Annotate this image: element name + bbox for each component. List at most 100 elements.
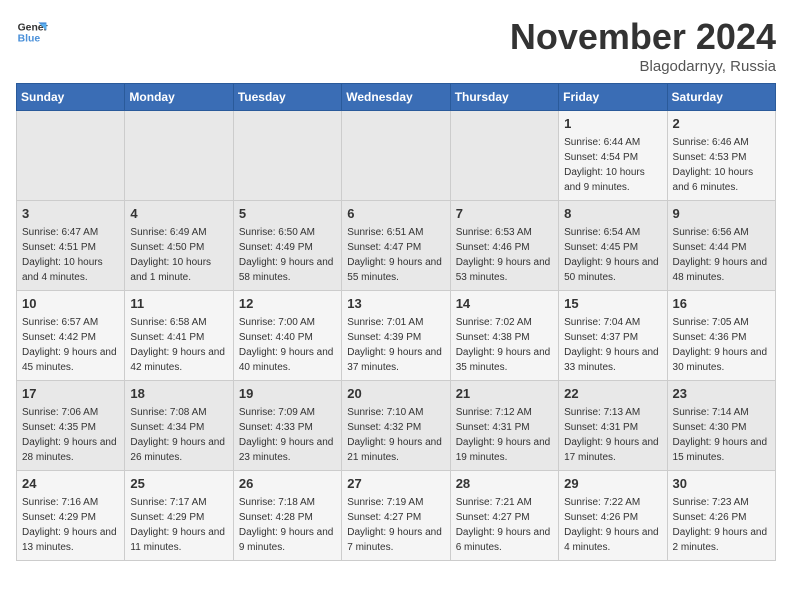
calendar-cell: 15 Sunrise: 7:04 AM Sunset: 4:37 PM Dayli… (559, 291, 667, 381)
calendar-cell: 23 Sunrise: 7:14 AM Sunset: 4:30 PM Dayli… (667, 381, 775, 471)
day-number: 10 (22, 295, 119, 313)
day-info: Sunrise: 7:18 AM Sunset: 4:28 PM Dayligh… (239, 497, 334, 553)
calendar-cell (125, 111, 233, 201)
day-number: 13 (347, 295, 444, 313)
calendar-cell (342, 111, 450, 201)
calendar-cell: 11Sunrise: 6:58 AM Sunset: 4:41 PM Dayli… (125, 291, 233, 381)
day-info: Sunrise: 7:22 AM Sunset: 4:26 PM Dayligh… (564, 497, 659, 553)
calendar-cell: 12Sunrise: 7:00 AM Sunset: 4:40 PM Dayli… (233, 291, 341, 381)
day-number: 5 (239, 205, 336, 223)
calendar-cell: 18 Sunrise: 7:08 AM Sunset: 4:34 PM Dayli… (125, 381, 233, 471)
day-info: Sunrise: 7:16 AM Sunset: 4:29 PM Dayligh… (22, 497, 117, 553)
day-number: 30 (673, 475, 770, 493)
day-number: 7 (456, 205, 553, 223)
day-number: 8 (564, 205, 661, 223)
calendar-cell: 6 Sunrise: 6:51 AM Sunset: 4:47 PM Daylig… (342, 201, 450, 291)
calendar-cell: 16 Sunrise: 7:05 AM Sunset: 4:36 PM Dayli… (667, 291, 775, 381)
day-info: Sunrise: 6:46 AM Sunset: 4:53 PM Dayligh… (673, 137, 754, 193)
day-info: Sunrise: 7:14 AM Sunset: 4:30 PM Dayligh… (673, 407, 768, 463)
day-info: Sunrise: 7:02 AM Sunset: 4:38 PM Dayligh… (456, 317, 551, 373)
logo-icon: General Blue (16, 16, 48, 48)
day-number: 6 (347, 205, 444, 223)
calendar-cell: 29 Sunrise: 7:22 AM Sunset: 4:26 PM Dayli… (559, 471, 667, 561)
calendar-cell (450, 111, 558, 201)
calendar-cell (233, 111, 341, 201)
svg-text:Blue: Blue (18, 34, 41, 45)
calendar-cell: 5 Sunrise: 6:50 AM Sunset: 4:49 PM Daylig… (233, 201, 341, 291)
weekday-header-wednesday: Wednesday (342, 84, 450, 111)
day-number: 16 (673, 295, 770, 313)
day-number: 28 (456, 475, 553, 493)
day-info: Sunrise: 7:23 AM Sunset: 4:26 PM Dayligh… (673, 497, 768, 553)
calendar-cell: 24Sunrise: 7:16 AM Sunset: 4:29 PM Dayli… (17, 471, 125, 561)
month-title: November 2024 (510, 16, 776, 58)
day-info: Sunrise: 7:10 AM Sunset: 4:32 PM Dayligh… (347, 407, 442, 463)
weekday-header-row: SundayMondayTuesdayWednesdayThursdayFrid… (17, 84, 776, 111)
calendar-cell: 20 Sunrise: 7:10 AM Sunset: 4:32 PM Dayli… (342, 381, 450, 471)
day-number: 19 (239, 385, 336, 403)
day-number: 9 (673, 205, 770, 223)
calendar-cell: 7 Sunrise: 6:53 AM Sunset: 4:46 PM Daylig… (450, 201, 558, 291)
calendar-cell: 30 Sunrise: 7:23 AM Sunset: 4:26 PM Dayli… (667, 471, 775, 561)
calendar-cell: 2 Sunrise: 6:46 AM Sunset: 4:53 PM Daylig… (667, 111, 775, 201)
week-row-3: 10 Sunrise: 6:57 AM Sunset: 4:42 PM Dayli… (17, 291, 776, 381)
calendar-cell: 13 Sunrise: 7:01 AM Sunset: 4:39 PM Dayli… (342, 291, 450, 381)
day-info: Sunrise: 6:54 AM Sunset: 4:45 PM Dayligh… (564, 227, 659, 283)
day-info: Sunrise: 7:21 AM Sunset: 4:27 PM Dayligh… (456, 497, 551, 553)
day-info: Sunrise: 7:17 AM Sunset: 4:29 PM Dayligh… (130, 497, 225, 553)
day-info: Sunrise: 6:44 AM Sunset: 4:54 PM Dayligh… (564, 137, 645, 193)
day-number: 3 (22, 205, 119, 223)
location: Blagodarnyy, Russia (510, 58, 776, 75)
day-number: 2 (673, 115, 770, 133)
day-info: Sunrise: 7:08 AM Sunset: 4:34 PM Dayligh… (130, 407, 225, 463)
week-row-1: 1Sunrise: 6:44 AM Sunset: 4:54 PM Daylig… (17, 111, 776, 201)
day-info: Sunrise: 7:13 AM Sunset: 4:31 PM Dayligh… (564, 407, 659, 463)
day-info: Sunrise: 7:19 AM Sunset: 4:27 PM Dayligh… (347, 497, 442, 553)
calendar-cell: 1Sunrise: 6:44 AM Sunset: 4:54 PM Daylig… (559, 111, 667, 201)
calendar-cell: 17 Sunrise: 7:06 AM Sunset: 4:35 PM Dayli… (17, 381, 125, 471)
day-info: Sunrise: 6:50 AM Sunset: 4:49 PM Dayligh… (239, 227, 334, 283)
logo: General Blue (16, 16, 48, 48)
calendar-cell: 10 Sunrise: 6:57 AM Sunset: 4:42 PM Dayli… (17, 291, 125, 381)
weekday-header-friday: Friday (559, 84, 667, 111)
day-number: 23 (673, 385, 770, 403)
day-number: 29 (564, 475, 661, 493)
day-info: Sunrise: 7:04 AM Sunset: 4:37 PM Dayligh… (564, 317, 659, 373)
calendar-cell: 25Sunrise: 7:17 AM Sunset: 4:29 PM Dayli… (125, 471, 233, 561)
day-number: 22 (564, 385, 661, 403)
weekday-header-thursday: Thursday (450, 84, 558, 111)
calendar-cell: 14Sunrise: 7:02 AM Sunset: 4:38 PM Dayli… (450, 291, 558, 381)
day-info: Sunrise: 6:47 AM Sunset: 4:51 PM Dayligh… (22, 227, 103, 283)
calendar-cell: 8 Sunrise: 6:54 AM Sunset: 4:45 PM Daylig… (559, 201, 667, 291)
day-number: 17 (22, 385, 119, 403)
weekday-header-sunday: Sunday (17, 84, 125, 111)
day-number: 15 (564, 295, 661, 313)
title-block: November 2024 Blagodarnyy, Russia (510, 16, 776, 75)
day-info: Sunrise: 7:01 AM Sunset: 4:39 PM Dayligh… (347, 317, 442, 373)
day-info: Sunrise: 6:53 AM Sunset: 4:46 PM Dayligh… (456, 227, 551, 283)
day-info: Sunrise: 6:57 AM Sunset: 4:42 PM Dayligh… (22, 317, 117, 373)
calendar-table: SundayMondayTuesdayWednesdayThursdayFrid… (16, 83, 776, 561)
week-row-2: 3 Sunrise: 6:47 AM Sunset: 4:51 PM Daylig… (17, 201, 776, 291)
day-number: 11 (130, 295, 227, 313)
calendar-cell: 22 Sunrise: 7:13 AM Sunset: 4:31 PM Dayli… (559, 381, 667, 471)
day-info: Sunrise: 6:51 AM Sunset: 4:47 PM Dayligh… (347, 227, 442, 283)
week-row-5: 24Sunrise: 7:16 AM Sunset: 4:29 PM Dayli… (17, 471, 776, 561)
day-info: Sunrise: 7:12 AM Sunset: 4:31 PM Dayligh… (456, 407, 551, 463)
day-info: Sunrise: 7:05 AM Sunset: 4:36 PM Dayligh… (673, 317, 768, 373)
weekday-header-saturday: Saturday (667, 84, 775, 111)
calendar-cell: 4Sunrise: 6:49 AM Sunset: 4:50 PM Daylig… (125, 201, 233, 291)
calendar-cell: 21 Sunrise: 7:12 AM Sunset: 4:31 PM Dayli… (450, 381, 558, 471)
calendar-cell: 9Sunrise: 6:56 AM Sunset: 4:44 PM Daylig… (667, 201, 775, 291)
day-info: Sunrise: 7:09 AM Sunset: 4:33 PM Dayligh… (239, 407, 334, 463)
calendar-cell: 3 Sunrise: 6:47 AM Sunset: 4:51 PM Daylig… (17, 201, 125, 291)
calendar-cell: 26 Sunrise: 7:18 AM Sunset: 4:28 PM Dayli… (233, 471, 341, 561)
day-number: 26 (239, 475, 336, 493)
day-number: 20 (347, 385, 444, 403)
day-number: 4 (130, 205, 227, 223)
day-info: Sunrise: 7:00 AM Sunset: 4:40 PM Dayligh… (239, 317, 334, 373)
day-number: 27 (347, 475, 444, 493)
day-number: 21 (456, 385, 553, 403)
day-number: 18 (130, 385, 227, 403)
day-info: Sunrise: 7:06 AM Sunset: 4:35 PM Dayligh… (22, 407, 117, 463)
